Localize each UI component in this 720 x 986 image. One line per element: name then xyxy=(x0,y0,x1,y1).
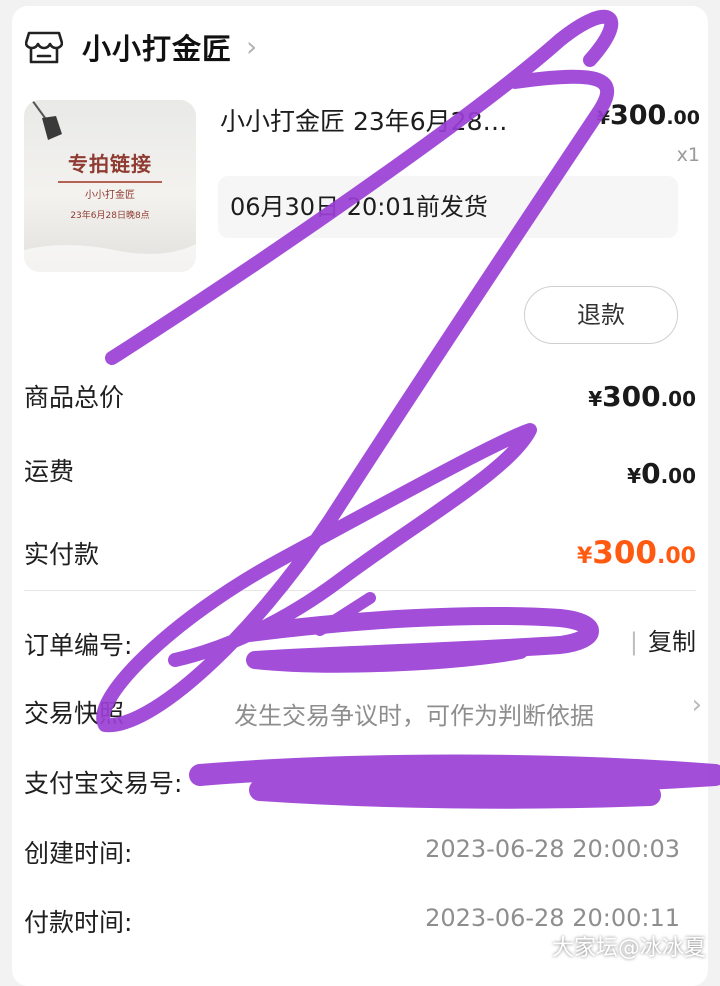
paid-time-value: 2023-06-28 20:00:11 xyxy=(425,904,680,932)
thumb-shop: 小小打金匠 xyxy=(85,190,135,201)
paid-amount-label: 实付款 xyxy=(24,540,100,569)
goods-total-label: 商品总价 xyxy=(24,383,125,412)
created-time-value: 2023-06-28 20:00:03 xyxy=(425,835,680,863)
alipay-trade-no-label: 支付宝交易号: xyxy=(24,769,183,798)
thumb-divider xyxy=(58,181,162,183)
goods-total-value: ¥300.00 xyxy=(588,380,696,413)
snapshot-label[interactable]: 交易快照 xyxy=(24,694,124,730)
freight-label: 运费 xyxy=(24,457,75,486)
shop-header[interactable]: 小小打金匠 › xyxy=(24,22,257,72)
thumb-date: 23年6月28日晚8点 xyxy=(70,211,150,221)
product-price: ¥300.00 xyxy=(596,100,700,131)
section-divider xyxy=(24,590,696,591)
product-quantity: x1 xyxy=(676,144,700,166)
copy-separator: | xyxy=(629,628,638,656)
product-title[interactable]: 小小打金匠 23年6月28… xyxy=(220,102,507,138)
paid-amount-value: ¥300.00 xyxy=(576,535,696,571)
refund-button[interactable]: 退款 xyxy=(524,286,678,344)
shop-name: 小小打金匠 xyxy=(82,32,233,66)
shipping-deadline: 06月30日 20:01前发货 xyxy=(218,176,678,238)
shop-icon xyxy=(24,27,64,67)
watermark: 大家坛@冰冰夏 xyxy=(551,936,706,961)
order-number-label: 订单编号: xyxy=(24,631,133,660)
product-thumbnail[interactable]: 专拍链接 小小打金匠 23年6月28日晚8点 xyxy=(24,100,196,272)
chevron-right-icon: › xyxy=(246,30,258,63)
thumb-title: 专拍链接 xyxy=(68,152,152,176)
freight-value: ¥0.00 xyxy=(627,457,696,490)
copy-order-number-button[interactable]: | 复制 xyxy=(630,622,696,657)
chevron-right-icon[interactable]: › xyxy=(692,690,702,720)
created-time-label: 创建时间: xyxy=(24,839,133,868)
paid-time-label: 付款时间: xyxy=(24,908,133,937)
copy-label: 复制 xyxy=(648,628,696,656)
snapshot-hint[interactable]: 发生交易争议时，可作为判断依据 xyxy=(234,696,594,731)
